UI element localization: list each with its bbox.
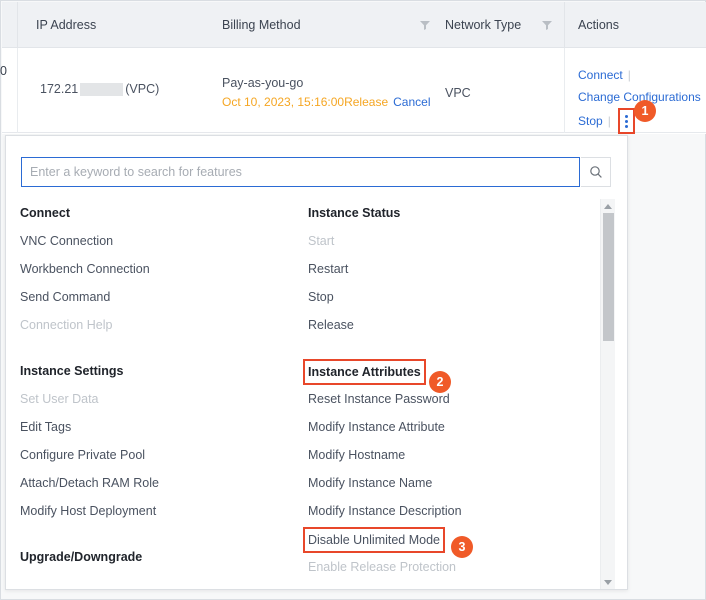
header-divider-actions	[564, 2, 565, 48]
menu-item-attach-detach-ram-role[interactable]: Attach/Detach RAM Role	[20, 469, 300, 497]
more-vertical-icon[interactable]	[617, 108, 635, 134]
column-header-actions[interactable]: Actions	[578, 2, 619, 48]
action-separator-2: |	[607, 114, 611, 128]
row-divider-left	[17, 48, 18, 133]
menu-item-disable-unlimited-mode-highlight[interactable]: Disable Unlimited Mode	[303, 527, 446, 553]
action-separator-1: |	[627, 68, 631, 82]
filter-icon-network-type[interactable]	[541, 19, 553, 31]
menu-column-right: Instance Status Start Restart Stop Relea…	[303, 199, 588, 581]
panel-scrollbar[interactable]	[600, 199, 615, 589]
menu-item-disable-unlimited-mode: Disable Unlimited Mode	[303, 525, 588, 553]
column-header-ip-address-label: IP Address	[36, 18, 97, 32]
row-divider-actions	[564, 48, 565, 133]
billing-release-line: Oct 10, 2023, 15:16:00Release Cancel	[222, 94, 430, 110]
search-row	[21, 157, 580, 187]
action-row-connect: Connect |	[578, 64, 701, 86]
menu-item-workbench-connection[interactable]: Workbench Connection	[20, 255, 300, 283]
menu-item-enable-release-protection: Enable Release Protection	[308, 560, 457, 574]
step-badge-2: 2	[429, 371, 451, 393]
connect-link[interactable]: Connect	[578, 68, 623, 82]
ip-address-suffix: (VPC)	[125, 82, 160, 96]
menu-column-left: Connect VNC Connection Workbench Connect…	[20, 199, 300, 571]
billing-method-value: Pay-as-you-go	[222, 76, 304, 90]
billing-release-time: Oct 10, 2023, 15:16:00Release	[222, 95, 389, 109]
menu-item-vnc-connection[interactable]: VNC Connection	[20, 227, 300, 255]
window-frame: IP Address Billing Method Network Type A…	[0, 0, 706, 600]
menu-item-send-command[interactable]: Send Command	[20, 283, 300, 311]
menu-item-configure-private-pool[interactable]: Configure Private Pool	[20, 441, 300, 469]
step-badge-3: 3	[451, 536, 473, 558]
cell-network-type: VPC	[445, 86, 471, 100]
column-header-ip-address[interactable]: IP Address	[36, 2, 96, 48]
scrollbar-up-button[interactable]	[601, 199, 615, 213]
stop-link[interactable]: Stop	[578, 110, 603, 132]
search-icon	[589, 166, 602, 178]
chevron-up-icon	[604, 203, 612, 209]
cancel-release-link[interactable]: Cancel	[393, 95, 430, 109]
menu-item-edit-tags[interactable]: Edit Tags	[20, 413, 300, 441]
cell-ip-address: 172.21 (VPC)	[40, 82, 159, 96]
column-header-network-type-label: Network Type	[445, 18, 522, 32]
cell-actions: Connect | Change Configurations Stop |	[578, 64, 701, 134]
group-spacer-1	[20, 339, 300, 357]
menu-item-modify-hostname[interactable]: Modify Hostname	[308, 441, 588, 469]
menu-item-release[interactable]: Release	[308, 311, 588, 339]
more-vertical-glyph	[624, 114, 628, 128]
search-button[interactable]	[581, 157, 611, 187]
search-input[interactable]	[21, 157, 580, 187]
group-title-instance-attributes-highlight[interactable]: Instance Attributes	[303, 359, 426, 385]
menu-item-connection-help: Connection Help	[20, 318, 113, 332]
group-title-connect: Connect	[20, 206, 70, 220]
menu-item-stop[interactable]: Stop	[308, 283, 588, 311]
ip-address-prefix: 172.21	[40, 82, 79, 96]
step-badge-1: 1	[634, 100, 656, 122]
menu-item-set-user-data: Set User Data	[20, 392, 99, 406]
group-spacer-2	[20, 525, 300, 543]
menu-item-modify-instance-name[interactable]: Modify Instance Name	[308, 469, 588, 497]
filter-icon-billing-method[interactable]	[419, 19, 431, 31]
column-header-network-type[interactable]: Network Type	[445, 2, 521, 48]
menu-item-restart[interactable]: Restart	[308, 255, 588, 283]
group-spacer-3	[308, 339, 588, 357]
group-title-upgrade-downgrade: Upgrade/Downgrade	[20, 550, 143, 564]
ip-address-redaction-mask	[80, 82, 124, 96]
group-title-instance-settings: Instance Settings	[20, 364, 124, 378]
cell-billing-method: Pay-as-you-go Oct 10, 2023, 15:16:00Rele…	[222, 75, 430, 110]
scrollbar-down-button[interactable]	[601, 575, 615, 589]
features-dropdown-panel: Connect VNC Connection Workbench Connect…	[5, 135, 628, 590]
column-header-billing-method[interactable]: Billing Method	[222, 2, 301, 48]
scrollbar-thumb[interactable]	[603, 213, 614, 341]
cut-off-cell-text: 0	[0, 64, 7, 78]
menu-item-modify-host-deployment[interactable]: Modify Host Deployment	[20, 497, 300, 525]
menu-item-modify-instance-attribute[interactable]: Modify Instance Attribute	[308, 413, 588, 441]
header-divider-left	[17, 2, 18, 48]
menu-item-start: Start	[308, 234, 335, 248]
features-menu-body: Connect VNC Connection Workbench Connect…	[6, 199, 627, 589]
column-header-actions-label: Actions	[578, 18, 619, 32]
chevron-down-icon	[604, 579, 612, 585]
column-header-billing-method-label: Billing Method	[222, 18, 301, 32]
menu-item-modify-instance-description[interactable]: Modify Instance Description	[308, 497, 588, 525]
instance-table: IP Address Billing Method Network Type A…	[0, 2, 706, 134]
group-title-instance-status: Instance Status	[308, 206, 401, 220]
table-header-row: IP Address Billing Method Network Type A…	[2, 2, 706, 48]
